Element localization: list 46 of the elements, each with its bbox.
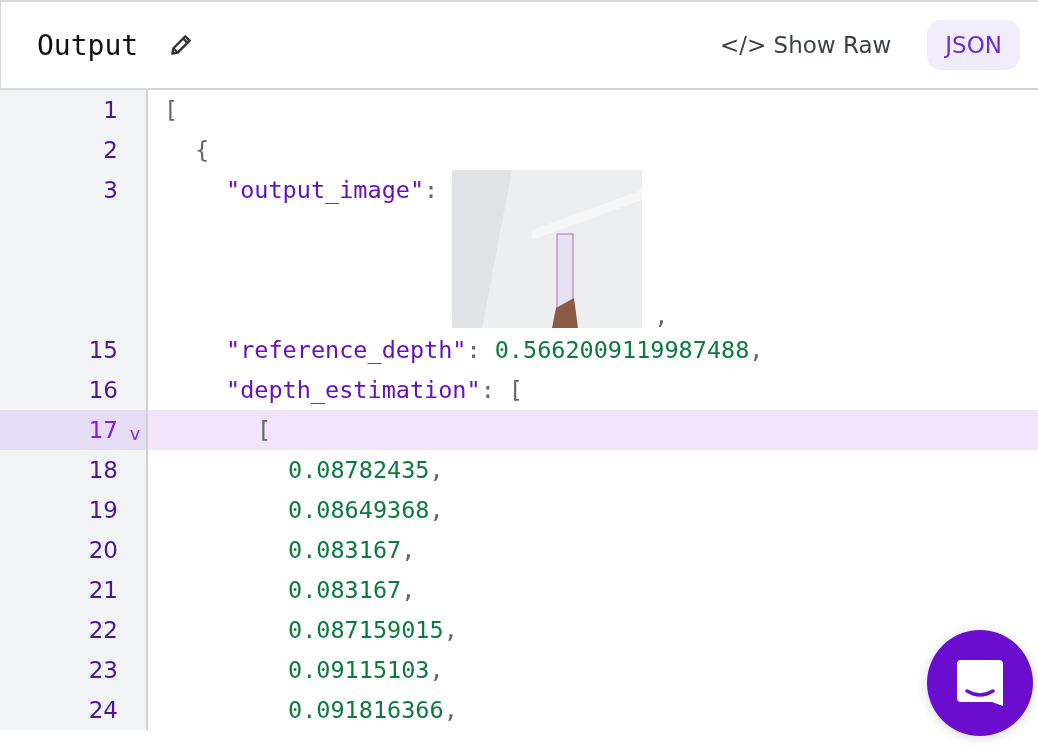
json-punctuation: ,: [654, 302, 669, 330]
json-number: 0.5662009119987488: [494, 335, 750, 366]
json-button[interactable]: JSON: [927, 20, 1020, 70]
json-key: "reference_depth": [226, 330, 467, 370]
json-punctuation: {: [195, 135, 210, 166]
json-key: "output_image": [226, 170, 425, 210]
output-title: Output: [37, 28, 139, 62]
line-number: 17: [88, 416, 118, 445]
json-punctuation: ,: [401, 535, 416, 566]
line-number: 24: [88, 696, 118, 725]
line-number: 1: [103, 96, 118, 125]
json-punctuation: ,: [429, 455, 444, 486]
line-number: 15: [88, 336, 118, 365]
line-number: 21: [88, 576, 118, 605]
json-number: 0.091816366: [288, 695, 444, 726]
json-punctuation: ,: [443, 615, 458, 646]
json-punctuation: :: [424, 175, 439, 206]
line-number: 22: [88, 616, 118, 645]
line-number: 2: [103, 136, 118, 165]
json-punctuation: ,: [443, 695, 458, 726]
json-punctuation: [: [508, 375, 523, 406]
line-number: 19: [88, 496, 118, 525]
json-number: 0.083167: [288, 535, 402, 566]
json-number: 0.08782435: [288, 455, 430, 486]
json-punctuation: ,: [429, 495, 444, 526]
line-number: 3: [103, 176, 118, 205]
json-punctuation: [: [164, 95, 179, 126]
line-number: 18: [88, 456, 118, 485]
json-number: 0.083167: [288, 575, 402, 606]
json-number: 0.09115103: [288, 655, 430, 686]
chat-button[interactable]: [927, 630, 1033, 736]
line-number: 16: [88, 376, 118, 405]
json-punctuation: [: [257, 415, 272, 446]
fold-toggle[interactable]: v: [129, 424, 140, 444]
json-punctuation: :: [466, 335, 481, 366]
json-number: 0.08649368: [288, 495, 430, 526]
json-punctuation: :: [480, 375, 495, 406]
json-punctuation: ,: [401, 575, 416, 606]
json-key: "depth_estimation": [226, 370, 481, 410]
line-number: 23: [88, 656, 118, 685]
line-number: 20: [88, 536, 118, 565]
json-number: 0.087159015: [288, 615, 444, 646]
show-raw-button[interactable]: </> Show Raw: [703, 24, 908, 66]
json-punctuation: ,: [749, 335, 764, 366]
chat-icon: [955, 658, 1005, 708]
json-punctuation: ,: [429, 655, 444, 686]
